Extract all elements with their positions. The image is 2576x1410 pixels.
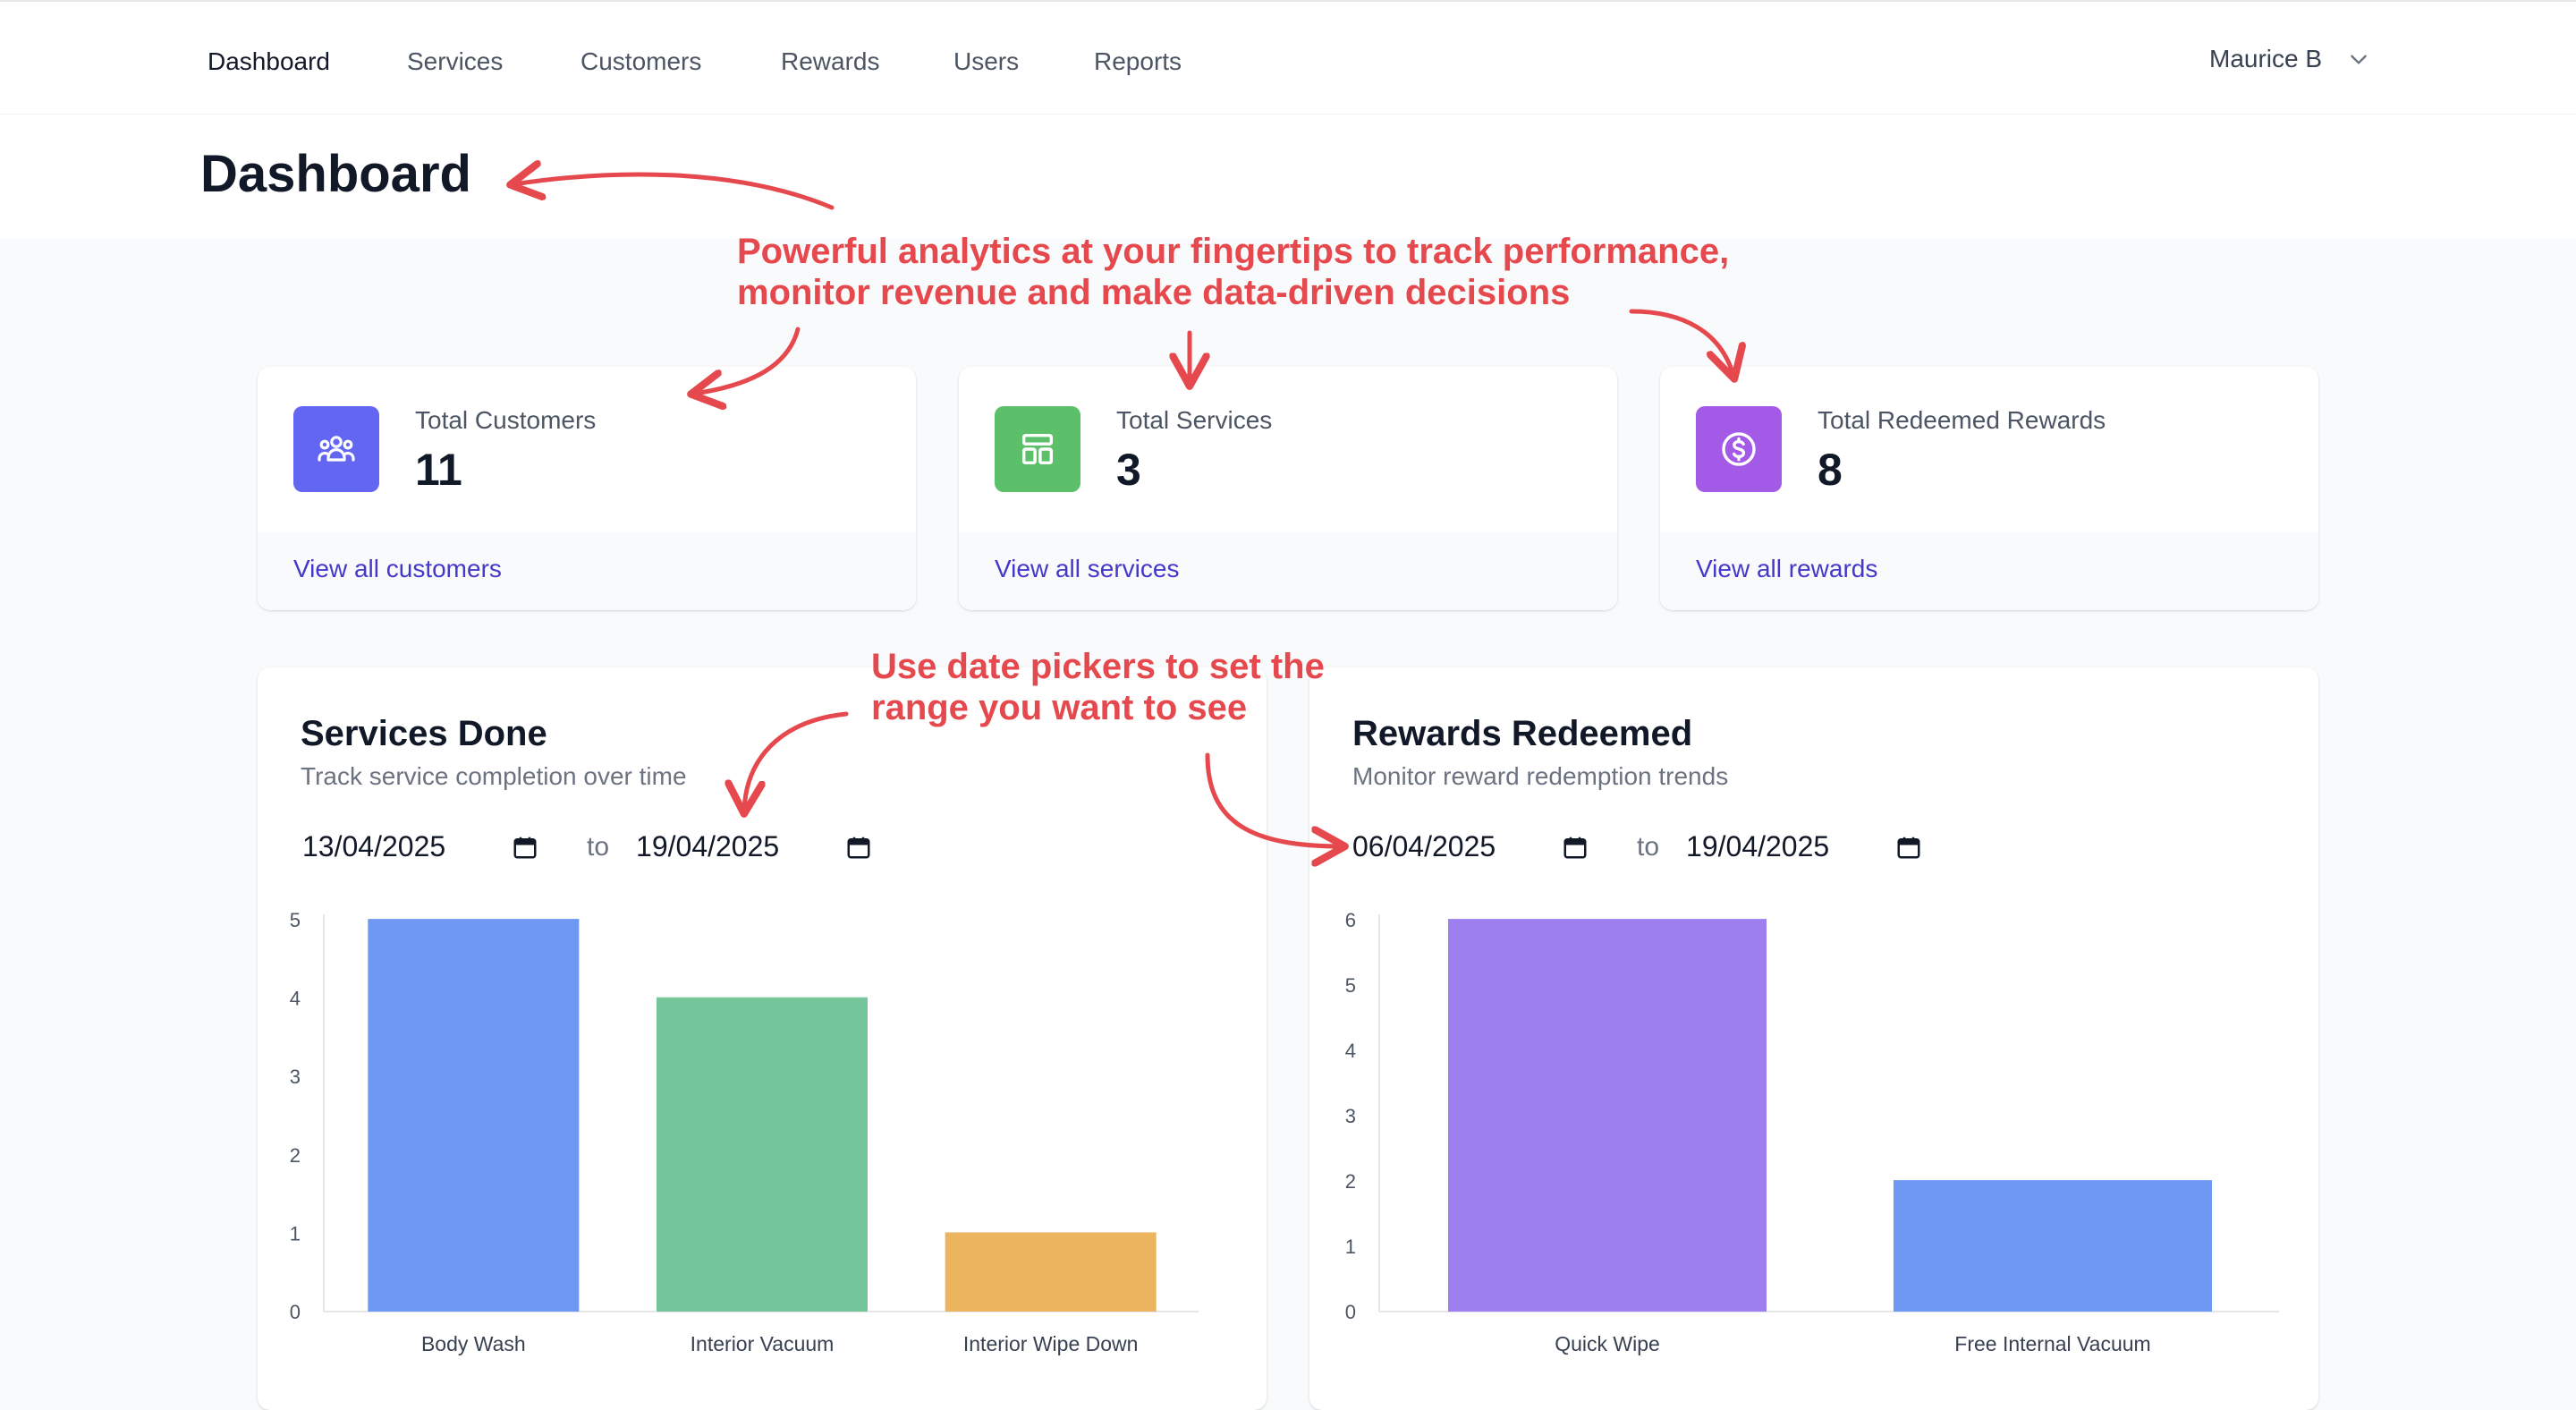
- y-tick-label: 2: [290, 1144, 301, 1167]
- annotation-text: Use date pickers to set the: [871, 647, 1325, 686]
- x-tick-label: Interior Wipe Down: [963, 1332, 1139, 1355]
- y-tick-label: 6: [1345, 909, 1356, 931]
- page-title: Dashboard: [200, 145, 471, 203]
- y-tick-label: 5: [1345, 974, 1356, 997]
- y-tick-label: 5: [290, 909, 301, 931]
- stat-label: Total Redeemed Rewards: [1818, 406, 2106, 434]
- x-tick-label: Quick Wipe: [1555, 1332, 1660, 1355]
- stat-card-footer: View all services: [959, 531, 1617, 610]
- x-tick-label: Interior Vacuum: [691, 1332, 835, 1355]
- chevron-down-icon: [2351, 55, 2367, 64]
- user-menu[interactable]: Maurice B: [2209, 45, 2370, 73]
- y-tick-label: 4: [1345, 1040, 1356, 1062]
- stat-label: Total Services: [1116, 406, 1273, 434]
- y-tick-label: 0: [1345, 1301, 1356, 1323]
- view-all-rewards-link[interactable]: View all rewards: [1696, 555, 1877, 583]
- stat-label: Total Customers: [415, 406, 597, 434]
- services-bar-chart: 0 1 2 3 4 5 Body Wash Interior Vacuum Interior W…: [290, 909, 1199, 1355]
- annotation-text: monitor revenue and make data-driven dec…: [737, 273, 1571, 312]
- view-all-customers-link[interactable]: View all customers: [293, 555, 502, 583]
- annotation-text: Powerful analytics at your fingertips to…: [737, 232, 1730, 271]
- nav-reports[interactable]: Reports: [1094, 47, 1182, 77]
- bar-quick-wipe[interactable]: [1448, 920, 1767, 1312]
- stat-card-footer: View all customers: [258, 531, 916, 610]
- bar-interior-vacuum[interactable]: [657, 998, 868, 1312]
- annotation-text: range you want to see: [871, 688, 1248, 727]
- stat-value: 11: [415, 445, 462, 495]
- stat-card-footer: View all rewards: [1660, 531, 2318, 610]
- stat-card-customers: Total Customers 11 View all customers: [258, 367, 916, 610]
- y-tick-label: 2: [1345, 1170, 1356, 1193]
- x-tick-label: Free Internal Vacuum: [1954, 1332, 2150, 1355]
- nav-users[interactable]: Users: [953, 47, 1019, 77]
- y-tick-label: 1: [290, 1222, 301, 1244]
- annotation-datepicker: Use date pickers to set the range you wa…: [871, 646, 1325, 728]
- stat-value: 3: [1116, 445, 1141, 495]
- nav-services[interactable]: Services: [407, 47, 503, 77]
- layout-icon: [995, 406, 1080, 492]
- view-all-services-link[interactable]: View all services: [995, 555, 1179, 583]
- rewards-bar-chart: 0 1 2 3 4 5 6 Quick Wipe Free Internal Vacuum: [1345, 909, 2279, 1355]
- bar-free-internal-vacuum[interactable]: [1894, 1181, 2212, 1312]
- y-tick-label: 4: [290, 988, 301, 1010]
- y-tick-label: 3: [290, 1066, 301, 1088]
- annotation-analytics: Powerful analytics at your fingertips to…: [737, 231, 1729, 313]
- nav-rewards[interactable]: Rewards: [781, 47, 879, 77]
- stat-card-services: Total Services 3 View all services: [959, 367, 1617, 610]
- user-name: Maurice B: [2209, 45, 2323, 72]
- rewards-redeemed-card: Rewards Redeemed Monitor reward redempti…: [1309, 667, 2318, 1410]
- y-tick-label: 1: [1345, 1236, 1356, 1258]
- nav-dashboard[interactable]: Dashboard: [208, 47, 330, 77]
- stat-value: 8: [1818, 445, 1843, 495]
- top-navigation-bar: Dashboard Services Customers Rewards Use…: [0, 0, 2576, 115]
- dollar-circle-icon: [1696, 406, 1782, 492]
- y-tick-label: 0: [290, 1301, 301, 1323]
- bar-interior-wipe-down[interactable]: [945, 1233, 1157, 1312]
- bar-body-wash[interactable]: [368, 920, 580, 1312]
- stat-card-rewards: Total Redeemed Rewards 8 View all reward…: [1660, 367, 2318, 610]
- services-done-card: Services Done Track service completion o…: [258, 667, 1267, 1410]
- x-tick-label: Body Wash: [421, 1332, 526, 1355]
- users-icon: [293, 406, 379, 492]
- nav-customers[interactable]: Customers: [580, 47, 701, 77]
- y-tick-label: 3: [1345, 1105, 1356, 1127]
